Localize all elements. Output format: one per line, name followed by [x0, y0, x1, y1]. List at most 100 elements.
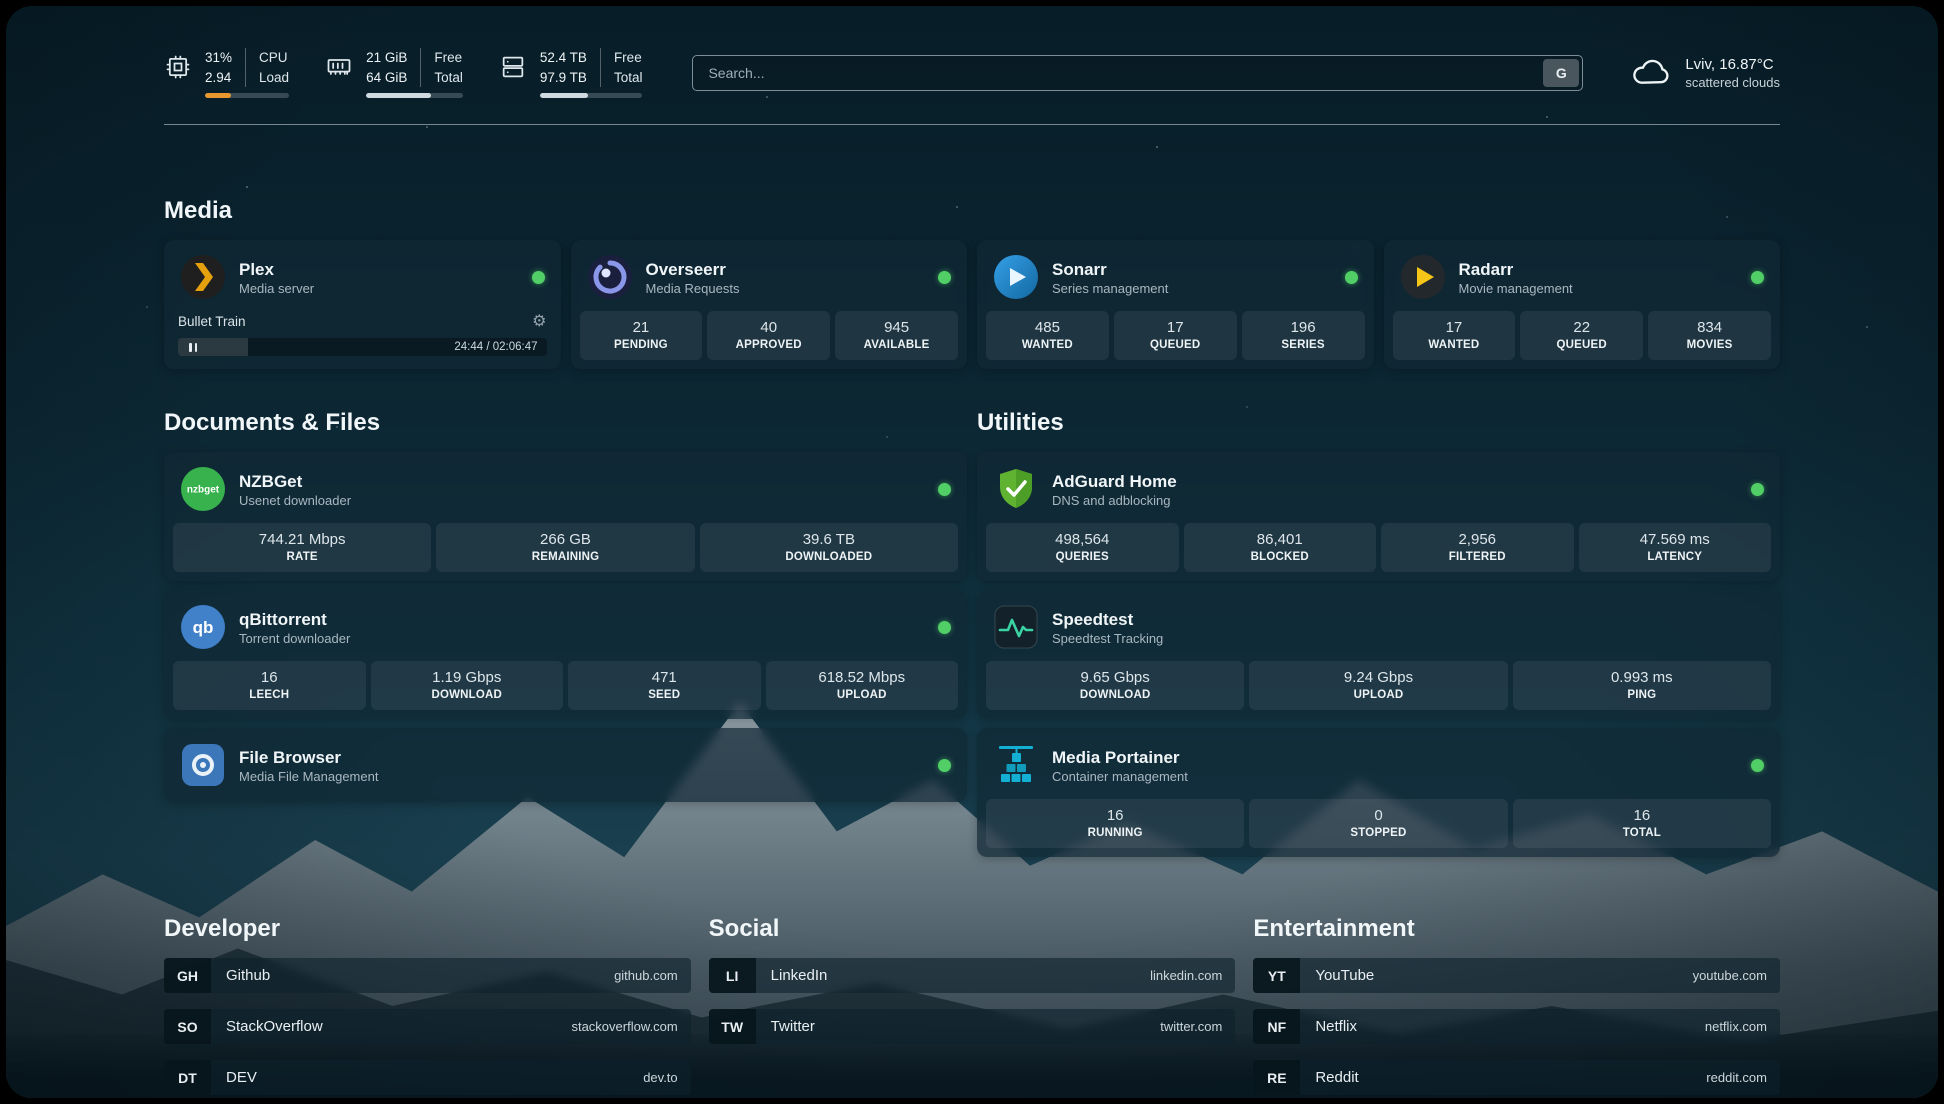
section-title-documents: Documents & Files: [164, 409, 967, 437]
bookmark-abbr: YT: [1253, 958, 1300, 993]
cpu-stat: 31% 2.94 CPU Load: [164, 48, 289, 98]
app-card-nzbget[interactable]: nzbget NZBGet Usenet downloader 744.21 M…: [164, 452, 967, 581]
app-subtitle: Media server: [239, 281, 314, 296]
sonarr-icon: [993, 254, 1039, 300]
developer-column: Developer GH Github github.com SO StackO…: [164, 915, 691, 1095]
app-card-radarr[interactable]: Radarr Movie management 17 WANTED 22 QUE…: [1384, 240, 1781, 369]
ram-usage-bar: [366, 93, 463, 98]
app-card-adguard[interactable]: AdGuard Home DNS and adblocking 498,564 …: [977, 452, 1780, 581]
status-dot: [938, 759, 951, 772]
ram-labels: Free Total: [420, 48, 463, 87]
app-card-overseerr[interactable]: Overseerr Media Requests 21 PENDING 40 A…: [571, 240, 968, 369]
stat-seed: 471 SEED: [568, 661, 761, 710]
adguard-icon: [993, 466, 1039, 512]
bookmark-row-stackoverflow[interactable]: SO StackOverflow stackoverflow.com: [164, 1009, 691, 1044]
bookmark-url: stackoverflow.com: [571, 1009, 690, 1044]
stat-leech: 16 LEECH: [173, 661, 366, 710]
disk-free: 52.4 TB: [540, 48, 587, 68]
app-name: Plex: [239, 259, 314, 280]
disk-total: 97.9 TB: [540, 68, 587, 88]
bookmark-row-twitter[interactable]: TW Twitter twitter.com: [709, 1009, 1236, 1044]
app-name: qBittorrent: [239, 609, 350, 630]
app-subtitle: Container management: [1052, 769, 1188, 784]
svg-text:qb: qb: [193, 618, 214, 637]
bookmark-abbr: SO: [164, 1009, 211, 1044]
dashboard-frame: 31% 2.94 CPU Load: [6, 6, 1938, 1098]
stat-queued: 17 QUEUED: [1114, 311, 1237, 360]
bookmark-row-youtube[interactable]: YT YouTube youtube.com: [1253, 958, 1780, 993]
app-name: Radarr: [1459, 259, 1573, 280]
status-dot: [1751, 759, 1764, 772]
bookmark-abbr: RE: [1253, 1060, 1300, 1095]
status-dot: [1751, 271, 1764, 284]
disk-labels: Free Total: [600, 48, 643, 87]
stat-queries: 498,564 QUERIES: [986, 523, 1179, 572]
disk-usage-bar: [540, 93, 643, 98]
now-playing: Bullet Train ⚙ 24:44 / 02:06:47: [173, 311, 552, 358]
search-input[interactable]: [696, 65, 1543, 81]
social-column: Social LI LinkedIn linkedin.com TW Twitt…: [709, 915, 1236, 1044]
weather-widget: Lviv, 16.87°C scattered clouds: [1629, 51, 1780, 96]
status-dot: [938, 483, 951, 496]
bookmark-name: Reddit: [1300, 1060, 1358, 1095]
svg-text:nzbget: nzbget: [187, 485, 220, 496]
section-title-social: Social: [709, 915, 1236, 943]
bookmark-url: youtube.com: [1693, 958, 1780, 993]
search-box: G: [692, 55, 1583, 91]
stat-approved: 40 APPROVED: [707, 311, 830, 360]
portainer-icon: [993, 742, 1039, 788]
bookmark-row-linkedin[interactable]: LI LinkedIn linkedin.com: [709, 958, 1236, 993]
bookmark-url: github.com: [614, 958, 691, 993]
cloud-icon: [1629, 51, 1673, 96]
bookmark-row-dev[interactable]: DT DEV dev.to: [164, 1060, 691, 1095]
stat-upload: 618.52 Mbps UPLOAD: [766, 661, 959, 710]
app-name: Speedtest: [1052, 609, 1163, 630]
section-title-entertainment: Entertainment: [1253, 915, 1780, 943]
app-subtitle: Speedtest Tracking: [1052, 631, 1163, 646]
bookmark-url: dev.to: [643, 1060, 690, 1095]
bookmark-name: DEV: [211, 1060, 257, 1095]
bookmark-row-github[interactable]: GH Github github.com: [164, 958, 691, 993]
app-card-filebrowser[interactable]: File Browser Media File Management: [164, 728, 967, 802]
cpu-values: 31% 2.94: [205, 48, 232, 87]
bookmark-url: linkedin.com: [1150, 958, 1235, 993]
app-subtitle: Series management: [1052, 281, 1168, 296]
bookmark-name: LinkedIn: [756, 958, 828, 993]
stat-stopped: 0 STOPPED: [1249, 799, 1507, 848]
app-card-speedtest[interactable]: Speedtest Speedtest Tracking 9.65 Gbps D…: [977, 590, 1780, 719]
app-card-portainer[interactable]: Media Portainer Container management 16 …: [977, 728, 1780, 857]
ram-label-top: Free: [434, 48, 463, 68]
bookmark-row-reddit[interactable]: RE Reddit reddit.com: [1253, 1060, 1780, 1095]
cpu-labels: CPU Load: [245, 48, 289, 87]
system-stats: 31% 2.94 CPU Load: [164, 48, 642, 98]
app-card-plex[interactable]: Plex Media server Bullet Train ⚙ 24:44 /…: [164, 240, 561, 369]
disk-label-top: Free: [614, 48, 643, 68]
stat-pending: 21 PENDING: [580, 311, 703, 360]
bookmark-row-netflix[interactable]: NF Netflix netflix.com: [1253, 1009, 1780, 1044]
stat-filtered: 2,956 FILTERED: [1381, 523, 1574, 572]
stat-blocked: 86,401 BLOCKED: [1184, 523, 1377, 572]
bookmark-url: netflix.com: [1705, 1009, 1780, 1044]
bookmark-abbr: GH: [164, 958, 211, 993]
settings-gear-icon[interactable]: ⚙: [532, 311, 546, 331]
ram-label-bottom: Total: [434, 68, 463, 88]
app-card-sonarr[interactable]: Sonarr Series management 485 WANTED 17 Q…: [977, 240, 1374, 369]
qbittorrent-icon: qb: [180, 604, 226, 650]
stat-ping: 0.993 ms PING: [1513, 661, 1771, 710]
app-name: Overseerr: [646, 259, 740, 280]
stat-download: 1.19 Gbps DOWNLOAD: [371, 661, 564, 710]
status-dot: [532, 271, 545, 284]
app-card-qbittorrent[interactable]: qb qBittorrent Torrent downloader 16: [164, 590, 967, 719]
cpu-load: 2.94: [205, 68, 232, 88]
cpu-icon: [164, 53, 192, 81]
plex-icon: [180, 254, 226, 300]
media-grid: Plex Media server Bullet Train ⚙ 24:44 /…: [164, 240, 1780, 369]
stat-wanted: 485 WANTED: [986, 311, 1109, 360]
speedtest-icon: [993, 604, 1039, 650]
playback-progress-bar[interactable]: 24:44 / 02:06:47: [178, 338, 547, 356]
search-engine-button[interactable]: G: [1543, 59, 1579, 87]
stat-upload: 9.24 Gbps UPLOAD: [1249, 661, 1507, 710]
pause-icon[interactable]: [178, 343, 208, 352]
filebrowser-icon: [180, 742, 226, 788]
now-playing-title: Bullet Train: [178, 314, 246, 329]
